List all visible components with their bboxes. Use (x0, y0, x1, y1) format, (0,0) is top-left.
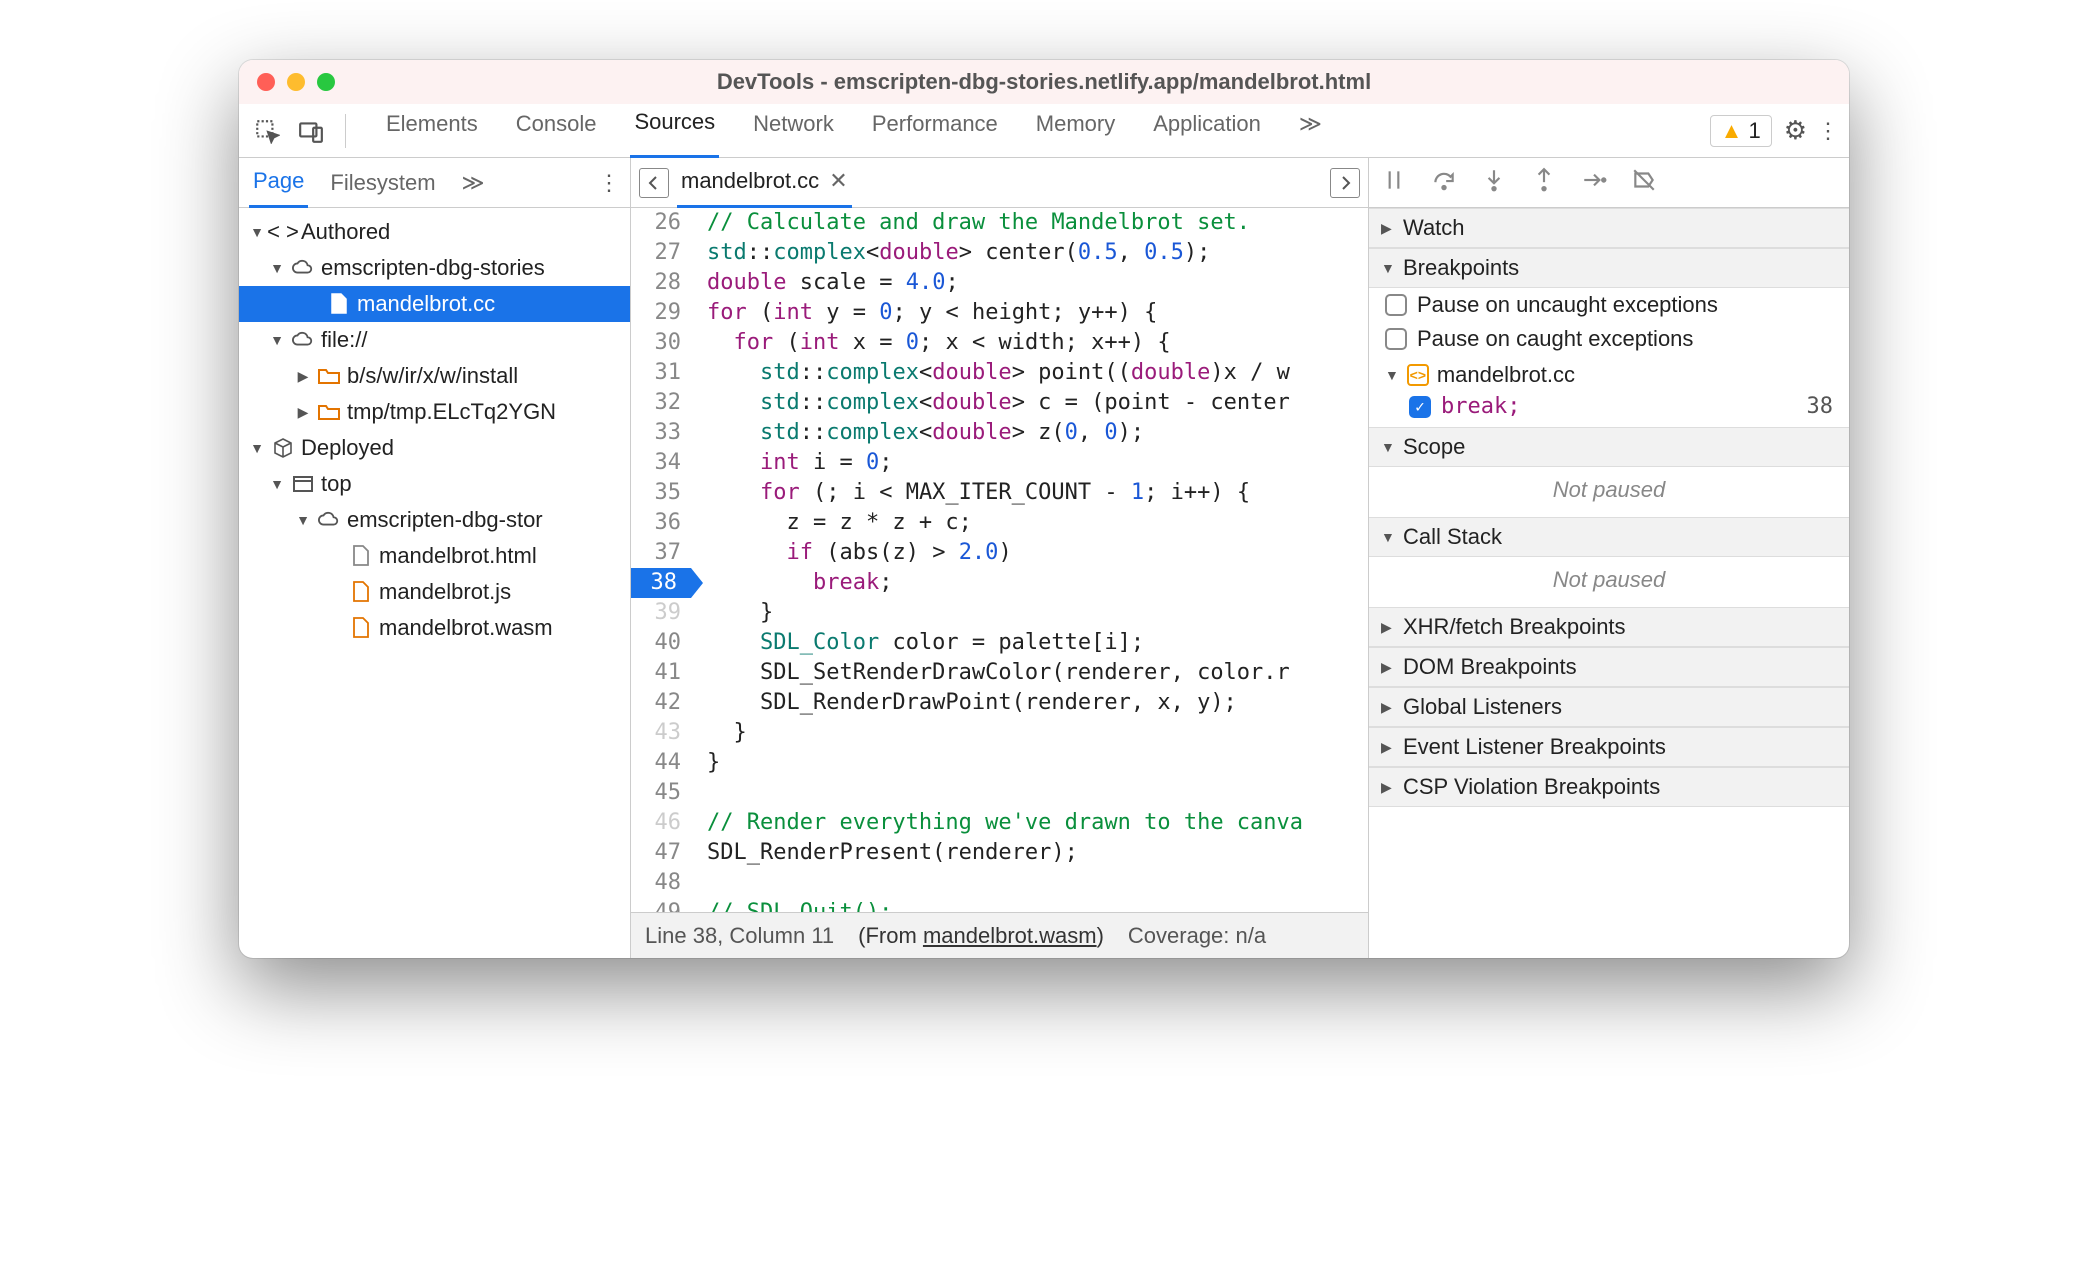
debugger-toolbar (1369, 158, 1849, 208)
tab-sources[interactable]: Sources (630, 104, 719, 158)
editor-tabs: mandelbrot.cc ✕ (631, 158, 1368, 208)
callstack-empty: Not paused (1369, 557, 1849, 607)
sidebar-tabs-overflow[interactable]: ≫ (458, 158, 489, 208)
deactivate-breakpoints-icon[interactable] (1631, 167, 1657, 199)
tree-file-wasm[interactable]: mandelbrot.wasm (239, 610, 630, 646)
breakpoint-entry[interactable]: ✓break;38 (1369, 390, 1849, 427)
section-xhr[interactable]: ▶XHR/fetch Breakpoints (1369, 607, 1849, 647)
settings-icon[interactable]: ⚙ (1784, 115, 1807, 146)
main-toolbar: Elements Console Sources Network Perform… (239, 104, 1849, 158)
warning-count: 1 (1748, 118, 1760, 144)
code-content[interactable]: // Calculate and draw the Mandelbrot set… (691, 208, 1368, 912)
source-from-link[interactable]: mandelbrot.wasm (923, 923, 1097, 948)
file-icon (327, 293, 351, 315)
toolbar-right: ▲ 1 ⚙ ⋮ (1710, 115, 1839, 147)
pause-icon[interactable] (1381, 167, 1407, 199)
pause-caught-row[interactable]: Pause on caught exceptions (1369, 322, 1849, 356)
file-icon (349, 545, 373, 567)
cube-icon (271, 437, 295, 459)
toggle-debugger-icon[interactable] (1330, 168, 1360, 198)
sidebar-tab-filesystem[interactable]: Filesystem (326, 158, 439, 208)
checkbox-checked-icon[interactable]: ✓ (1409, 396, 1431, 418)
step-icon[interactable] (1581, 167, 1607, 199)
device-toggle-icon[interactable] (293, 113, 329, 149)
checkbox-icon[interactable] (1385, 294, 1407, 316)
file-tree: ▼< >Authored ▼emscripten-dbg-stories man… (239, 208, 630, 652)
tab-memory[interactable]: Memory (1032, 104, 1119, 158)
cursor-position: Line 38, Column 11 (645, 923, 834, 949)
panel-tabs: Elements Console Sources Network Perform… (382, 104, 1702, 158)
brackets-icon: < > (271, 219, 295, 245)
tree-file-js[interactable]: mandelbrot.js (239, 574, 630, 610)
coverage-status: Coverage: n/a (1128, 923, 1266, 949)
pause-uncaught-row[interactable]: Pause on uncaught exceptions (1369, 288, 1849, 322)
warning-badge[interactable]: ▲ 1 (1710, 115, 1772, 147)
tree-file-scheme[interactable]: ▼file:// (239, 322, 630, 358)
section-callstack[interactable]: ▼Call Stack (1369, 517, 1849, 557)
tree-file-mandelbrot-cc[interactable]: mandelbrot.cc (239, 286, 630, 322)
cloud-icon (291, 331, 315, 349)
source-from: (From mandelbrot.wasm) (858, 923, 1104, 949)
tree-authored[interactable]: ▼< >Authored (239, 214, 630, 250)
toggle-navigator-icon[interactable] (639, 168, 669, 198)
sidebar-tabs: Page Filesystem ≫ ⋮ (239, 158, 630, 208)
code-editor[interactable]: 2627282930313233343536373839404142434445… (631, 208, 1368, 912)
step-over-icon[interactable] (1431, 167, 1457, 199)
tab-network[interactable]: Network (749, 104, 838, 158)
section-global[interactable]: ▶Global Listeners (1369, 687, 1849, 727)
devtools-window: DevTools - emscripten-dbg-stories.netlif… (239, 60, 1849, 958)
sidebar-tab-page[interactable]: Page (249, 158, 308, 208)
tree-folder-tmp[interactable]: ▶tmp/tmp.ELcTq2YGN (239, 394, 630, 430)
folder-icon (317, 367, 341, 385)
section-scope[interactable]: ▼Scope (1369, 427, 1849, 467)
breakpoint-file[interactable]: ▼<>mandelbrot.cc (1369, 356, 1849, 390)
titlebar: DevTools - emscripten-dbg-stories.netlif… (239, 60, 1849, 104)
tree-deployed[interactable]: ▼Deployed (239, 430, 630, 466)
section-event[interactable]: ▶Event Listener Breakpoints (1369, 727, 1849, 767)
sidebar-kebab-icon[interactable]: ⋮ (598, 170, 620, 196)
tab-elements[interactable]: Elements (382, 104, 482, 158)
divider (345, 114, 346, 148)
file-icon (349, 581, 373, 603)
editor-pane: mandelbrot.cc ✕ 262728293031323334353637… (631, 158, 1369, 958)
tree-top[interactable]: ▼top (239, 466, 630, 502)
editor-tab-mandelbrot[interactable]: mandelbrot.cc ✕ (677, 158, 852, 208)
debugger-pane: ▶Watch ▼Breakpoints Pause on uncaught ex… (1369, 158, 1849, 958)
sources-sidebar: Page Filesystem ≫ ⋮ ▼< >Authored ▼emscri… (239, 158, 631, 958)
tab-console[interactable]: Console (512, 104, 601, 158)
kebab-icon[interactable]: ⋮ (1817, 118, 1839, 144)
source-badge-icon: <> (1407, 364, 1429, 386)
inspect-icon[interactable] (249, 113, 285, 149)
scope-empty: Not paused (1369, 467, 1849, 517)
section-dom[interactable]: ▶DOM Breakpoints (1369, 647, 1849, 687)
cloud-icon (317, 511, 341, 529)
tree-file-html[interactable]: mandelbrot.html (239, 538, 630, 574)
line-gutter[interactable]: 2627282930313233343536373839404142434445… (631, 208, 691, 912)
tab-performance[interactable]: Performance (868, 104, 1002, 158)
window-title: DevTools - emscripten-dbg-stories.netlif… (239, 69, 1849, 95)
panel-body: Page Filesystem ≫ ⋮ ▼< >Authored ▼emscri… (239, 158, 1849, 958)
tree-origin-deployed[interactable]: ▼emscripten-dbg-stor (239, 502, 630, 538)
file-icon (349, 617, 373, 639)
section-breakpoints[interactable]: ▼Breakpoints (1369, 248, 1849, 288)
editor-statusbar: Line 38, Column 11 (From mandelbrot.wasm… (631, 912, 1368, 958)
tab-application[interactable]: Application (1149, 104, 1265, 158)
close-tab-icon[interactable]: ✕ (829, 168, 847, 194)
checkbox-icon[interactable] (1385, 328, 1407, 350)
step-out-icon[interactable] (1531, 167, 1557, 199)
tree-folder-install[interactable]: ▶b/s/w/ir/x/w/install (239, 358, 630, 394)
folder-icon (317, 403, 341, 421)
cloud-icon (291, 259, 315, 277)
frame-icon (291, 476, 315, 492)
section-watch[interactable]: ▶Watch (1369, 208, 1849, 248)
warning-icon: ▲ (1721, 118, 1743, 144)
step-into-icon[interactable] (1481, 167, 1507, 199)
tree-origin-authored[interactable]: ▼emscripten-dbg-stories (239, 250, 630, 286)
section-csp[interactable]: ▶CSP Violation Breakpoints (1369, 767, 1849, 807)
tabs-overflow[interactable]: ≫ (1295, 104, 1326, 158)
